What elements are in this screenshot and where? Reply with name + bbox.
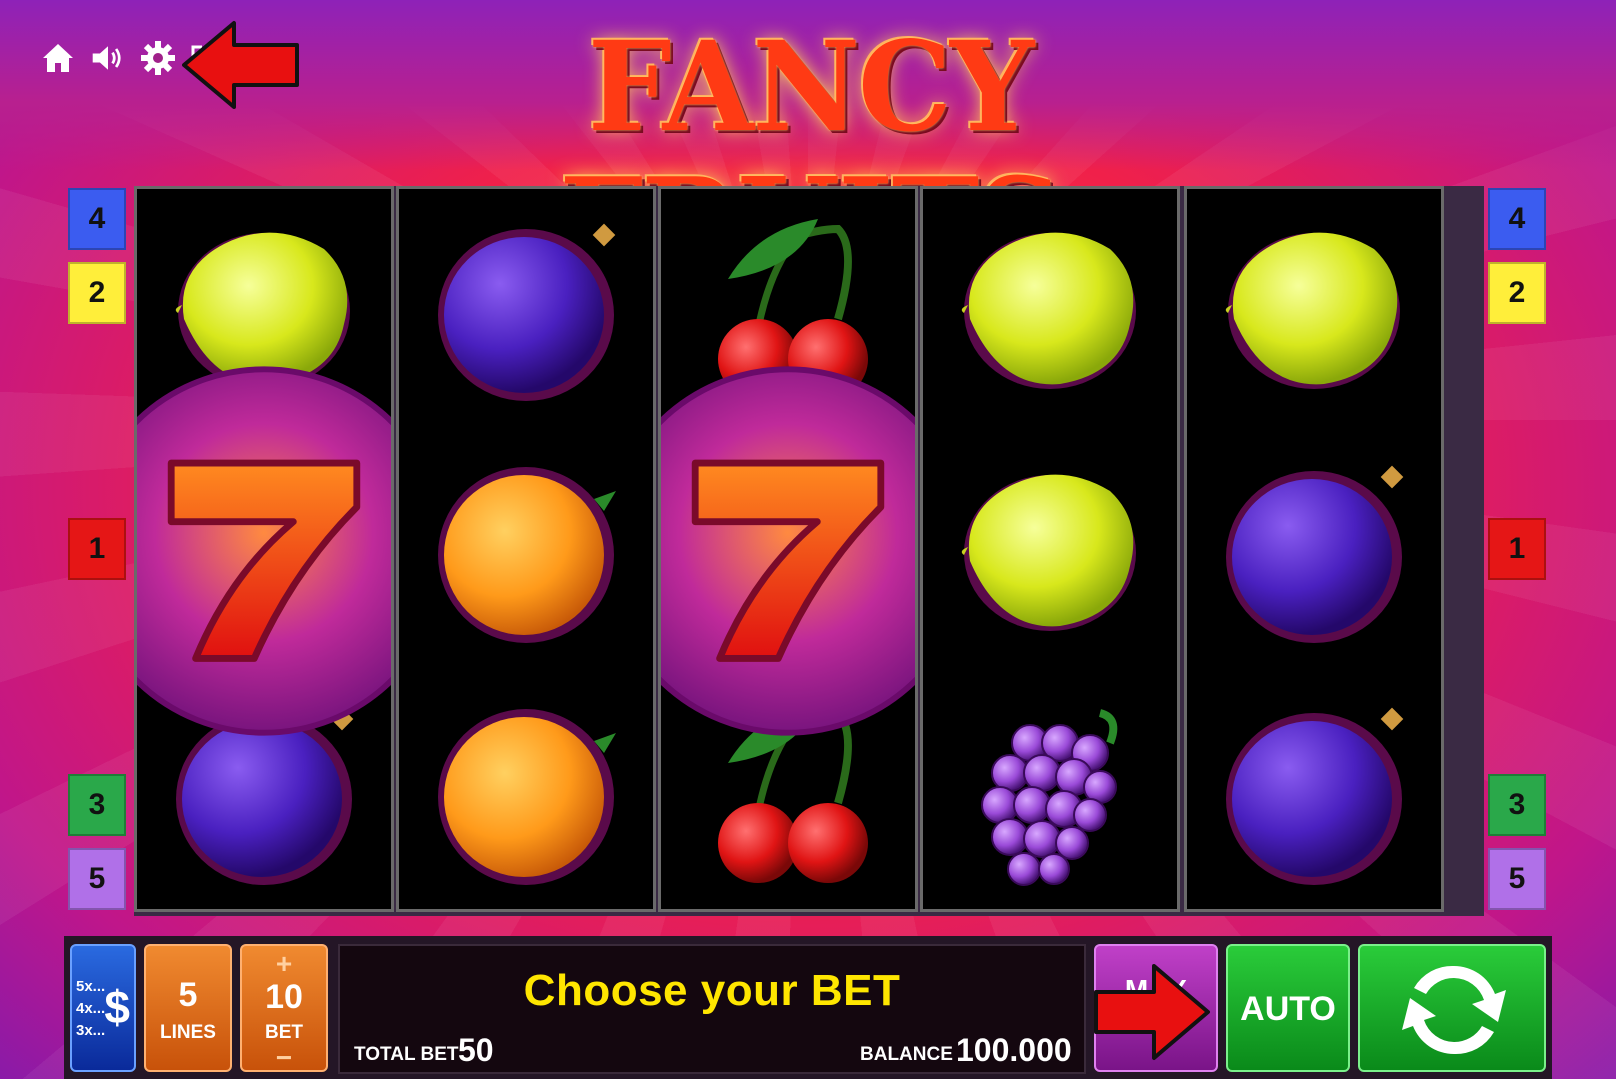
home-icon[interactable] [40,40,76,76]
refresh-icon [1402,965,1506,1055]
payline-left-5[interactable]: 5 [68,848,126,910]
balance-value: 100.000 [956,1032,1072,1068]
gamble-button[interactable]: 5x... 4x... 3x... $ [70,944,136,1072]
spin-button[interactable] [1358,944,1546,1072]
auto-label: AUTO [1240,990,1336,1028]
payline-right-2[interactable]: 2 [1488,262,1546,324]
payline-right-1[interactable]: 1 [1488,518,1546,580]
game-title: FANCY FRUITS [560,13,1063,291]
orange-symbol-icon [399,431,653,671]
total-bet-label: TOTAL BET [354,1044,459,1065]
reel-1 [134,186,394,912]
lemon-symbol-icon [923,431,1177,671]
reel-4 [920,186,1180,912]
status-message: Choose your BET [523,966,901,1015]
lines-label: LINES [160,1022,216,1043]
bet-label: BET [265,1022,303,1043]
dollar-icon: $ [104,981,130,1033]
balance-label: BALANCE [860,1044,953,1065]
grapes-symbol-icon [923,673,1177,909]
gamble-line: 3x... [76,1022,106,1039]
red-arrow-pointer-icon [1094,964,1210,1060]
reel-3 [658,186,918,912]
payline-right-3[interactable]: 3 [1488,774,1546,836]
bet-minus-icon[interactable]: − [242,1042,326,1074]
payline-left-3[interactable]: 3 [68,774,126,836]
orange-symbol-icon [399,673,653,909]
reel-2 [396,186,656,912]
lines-value: 5 [178,976,198,1014]
lemon-symbol-icon [923,189,1177,429]
speaker-icon[interactable] [90,40,126,76]
payline-left-1[interactable]: 1 [68,518,126,580]
total-bet-value: 50 [458,1032,494,1068]
auto-play-button[interactable]: AUTO [1226,944,1350,1072]
info-panel: Choose your BET TOTAL BET 50 BALANCE 100… [338,944,1086,1074]
payline-right-5[interactable]: 5 [1488,848,1546,910]
seven-symbol-icon [137,366,391,736]
red-arrow-pointer-icon [182,21,299,109]
payline-right-4[interactable]: 4 [1488,188,1546,250]
reel-area [134,186,1484,916]
plum-symbol-icon [399,189,653,429]
reel-5 [1184,186,1444,912]
bet-button[interactable]: + 10 BET − [240,944,328,1074]
payline-left-2[interactable]: 2 [68,262,126,324]
plum-symbol-icon [1187,673,1441,909]
lemon-symbol-icon [1187,189,1441,429]
gamble-line: 4x... [76,1000,106,1017]
top-controls [40,40,204,76]
plum-symbol-icon [1187,431,1441,671]
gamble-line: 5x... [76,978,106,995]
bet-value: 10 [265,978,303,1016]
seven-symbol-icon [661,366,915,736]
bet-plus-icon[interactable]: + [242,948,326,980]
gear-icon[interactable] [140,40,176,76]
lines-button[interactable]: 5 LINES [144,944,232,1072]
payline-left-4[interactable]: 4 [68,188,126,250]
